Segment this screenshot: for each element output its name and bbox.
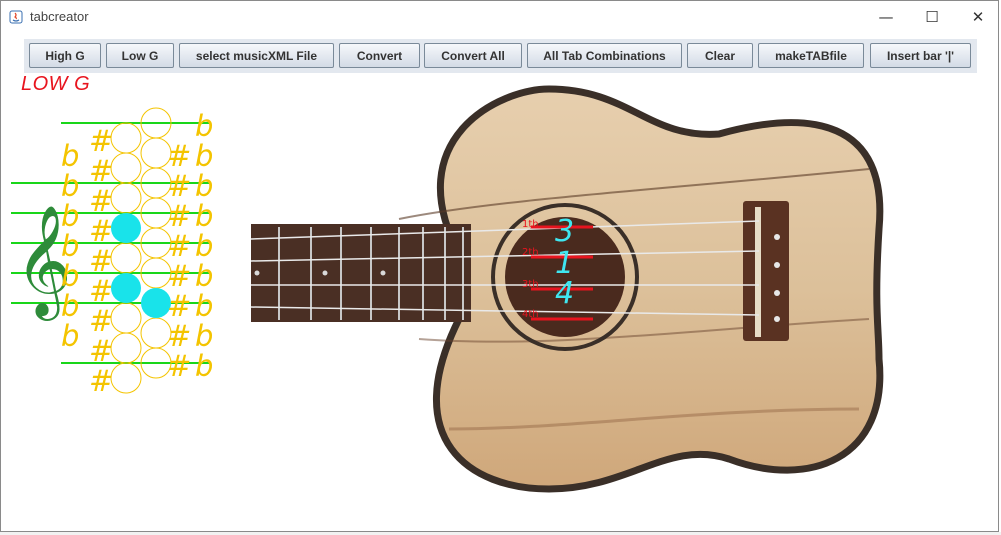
svg-text:b: b xyxy=(61,259,79,293)
fret-label: 1th xyxy=(522,219,539,230)
svg-text:b: b xyxy=(61,319,79,353)
sharp-column-left: # # # # # # # # # xyxy=(89,124,113,398)
svg-text:b: b xyxy=(61,139,79,173)
svg-text:b: b xyxy=(195,289,213,323)
selected-note[interactable] xyxy=(111,213,141,243)
convert-all-button[interactable]: Convert All xyxy=(424,43,522,68)
insert-bar-button[interactable]: Insert bar '|' xyxy=(870,43,971,68)
minimize-icon: — xyxy=(878,8,894,26)
svg-text:b: b xyxy=(61,199,79,233)
flat-column-right: b b b b b b b b b xyxy=(195,109,213,383)
svg-text:b: b xyxy=(61,289,79,323)
svg-text:#: # xyxy=(89,364,113,398)
fret-label: 2th xyxy=(522,247,539,258)
sharp-column-right: # # # # # # # # xyxy=(167,139,191,383)
svg-text:#: # xyxy=(89,304,113,338)
svg-text:b: b xyxy=(195,349,213,383)
minimize-button[interactable]: — xyxy=(863,1,909,33)
svg-text:#: # xyxy=(89,124,113,158)
maximize-button[interactable]: ☐ xyxy=(909,1,955,33)
note-circles-left[interactable] xyxy=(110,122,142,394)
svg-text:#: # xyxy=(89,244,113,278)
window-title: tabcreator xyxy=(30,9,89,24)
make-tab-file-button[interactable]: makeTABfile xyxy=(758,43,864,68)
note-input-staff[interactable]: 𝄞 b b b b b b b # # # # # # # # # # # # … xyxy=(1,101,251,401)
svg-text:#: # xyxy=(167,259,191,293)
low-g-button[interactable]: Low G xyxy=(106,43,174,68)
svg-text:#: # xyxy=(167,199,191,233)
svg-text:#: # xyxy=(167,169,191,203)
svg-text:b: b xyxy=(195,139,213,173)
select-musicxml-button[interactable]: select musicXML File xyxy=(179,43,334,68)
svg-text:b: b xyxy=(195,229,213,263)
ukulele-image: 1th 2th 3th 4th 3 1 4 xyxy=(250,85,884,493)
java-app-icon xyxy=(9,10,23,24)
all-tab-combinations-button[interactable]: All Tab Combinations xyxy=(527,43,682,68)
svg-text:#: # xyxy=(167,349,191,383)
svg-text:b: b xyxy=(195,169,213,203)
title-bar: tabcreator — ☐ ✕ xyxy=(1,1,998,33)
selected-note[interactable] xyxy=(111,273,141,303)
svg-text:#: # xyxy=(89,334,113,368)
close-button[interactable]: ✕ xyxy=(955,1,1001,33)
svg-text:#: # xyxy=(89,214,113,248)
svg-text:#: # xyxy=(89,274,113,308)
fret-label: 4th xyxy=(522,309,539,320)
maximize-icon: ☐ xyxy=(925,8,939,26)
svg-text:b: b xyxy=(195,199,213,233)
svg-text:#: # xyxy=(167,319,191,353)
close-icon: ✕ xyxy=(971,8,985,26)
svg-text:#: # xyxy=(89,184,113,218)
svg-text:#: # xyxy=(167,289,191,323)
svg-text:#: # xyxy=(167,139,191,173)
svg-text:b: b xyxy=(195,319,213,353)
svg-text:b: b xyxy=(61,229,79,263)
svg-text:#: # xyxy=(89,154,113,188)
svg-text:b: b xyxy=(195,259,213,293)
toolbar: High G Low G select musicXML File Conver… xyxy=(24,39,977,73)
high-g-button[interactable]: High G xyxy=(29,43,101,68)
app-window: tabcreator — ☐ ✕ High G Low G select mus… xyxy=(0,0,999,532)
tab-digit: 3 xyxy=(555,214,574,249)
svg-text:#: # xyxy=(167,229,191,263)
clear-button[interactable]: Clear xyxy=(687,43,753,68)
convert-button[interactable]: Convert xyxy=(339,43,420,68)
fret-label: 3th xyxy=(522,279,539,290)
tab-digit: 4 xyxy=(555,276,574,311)
tuning-mode-label: LOW G xyxy=(21,73,91,95)
flat-column-left: b b b b b b b xyxy=(61,139,79,353)
svg-text:b: b xyxy=(61,169,79,203)
svg-text:b: b xyxy=(195,109,213,143)
